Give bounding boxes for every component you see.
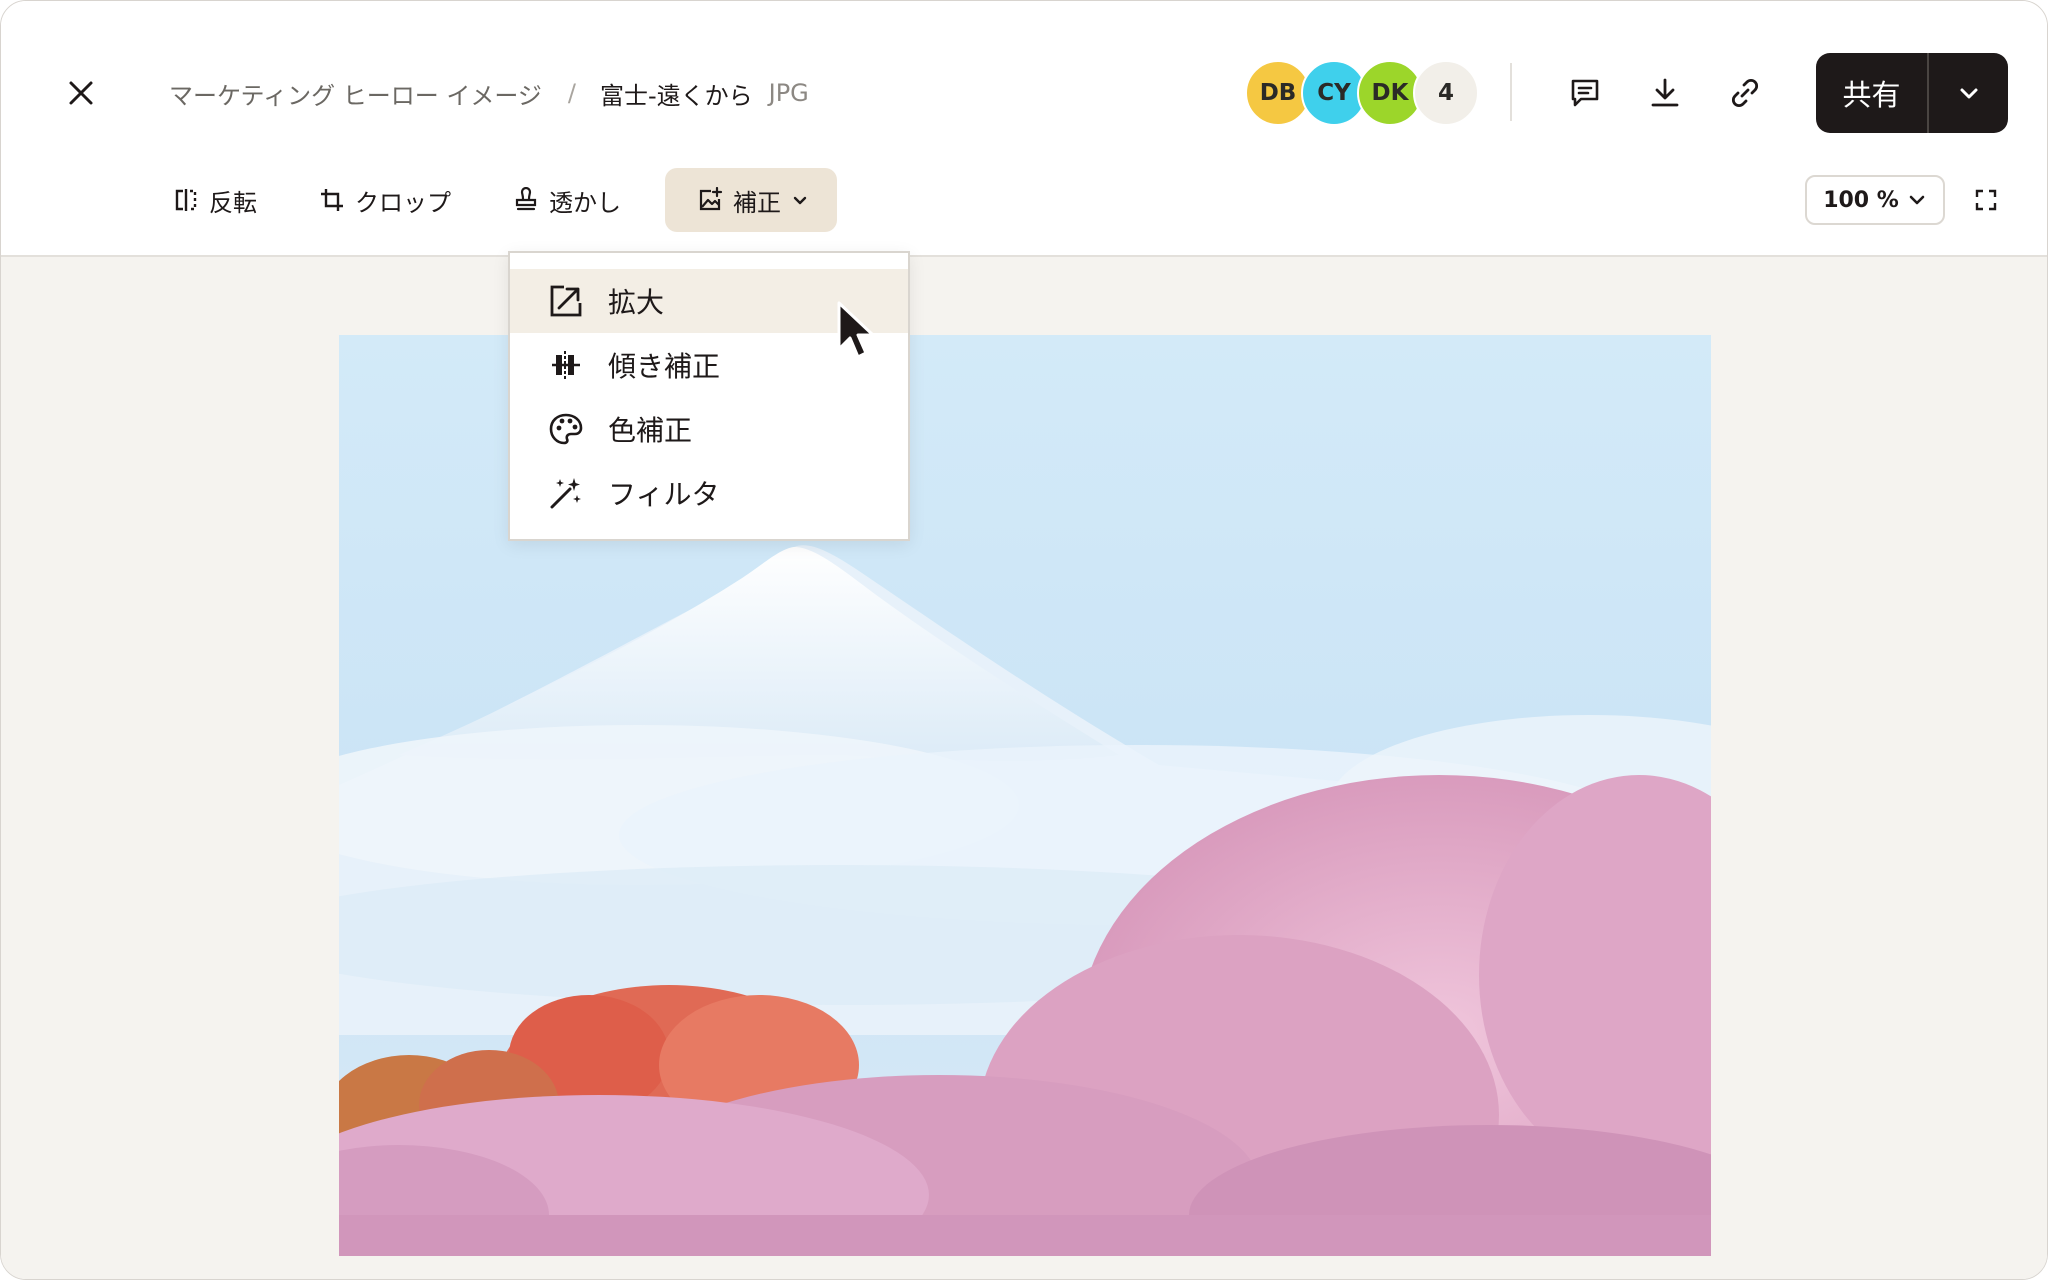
collaborator-avatars[interactable]: DB CY DK 4 [1245,60,1479,126]
fullscreen-icon [1975,189,1997,211]
comment-icon [1571,79,1599,107]
download-button[interactable] [1637,65,1693,121]
menu-item-label: 色補正 [608,414,693,447]
share-button-group: 共有 [1816,53,2008,133]
stamp-icon [515,187,537,211]
chevron-down-icon [793,196,807,205]
top-bar: マーケティング ヒーロー イメージ / 富士-遠くから JPG DB CY DK… [1,1,2047,257]
share-button[interactable]: 共有 [1816,53,1927,133]
fullscreen-button[interactable] [1958,172,2014,228]
close-button[interactable] [53,65,109,121]
zoom-value: 100 % [1823,187,1899,213]
adjust-label: 補正 [733,188,781,217]
chevron-down-icon [1909,195,1925,205]
download-icon [1651,78,1679,107]
palette-icon [549,413,583,445]
header-divider [1510,63,1512,121]
collaborator-count[interactable]: 4 [1413,60,1479,126]
link-icon [1731,78,1759,108]
adjust-image-icon [699,187,723,211]
flip-icon [175,189,197,211]
comment-button[interactable] [1557,65,1613,121]
watermark-button[interactable]: 透かし [489,168,645,232]
menu-item-label: 傾き補正 [608,350,721,383]
file-type: JPG [768,79,809,107]
mouse-pointer-icon [837,301,875,359]
close-icon [69,81,93,105]
menu-item-color-correction[interactable]: 色補正 [510,397,908,461]
expand-icon [550,285,582,317]
breadcrumb-separator: / [567,79,576,107]
adjust-dropdown-menu: 拡大 傾き補正 色補正 フィルタ [508,251,910,541]
adjust-button[interactable]: 補正 [665,168,837,232]
crop-icon [321,189,343,211]
flip-label: 反転 [209,188,257,217]
app-window: マーケティング ヒーロー イメージ / 富士-遠くから JPG DB CY DK… [0,0,2048,1280]
crop-button[interactable]: クロップ [295,168,475,232]
straighten-icon [552,351,580,379]
edit-toolbar: 反転 クロップ 透かし 補正 [149,168,851,232]
menu-item-filter[interactable]: フィルタ [510,461,908,525]
chevron-down-icon [1960,88,1977,99]
copy-link-button[interactable] [1717,65,1773,121]
breadcrumb: マーケティング ヒーロー イメージ / 富士-遠くから JPG [169,73,809,113]
menu-item-label: フィルタ [608,478,720,511]
breadcrumb-parent-link[interactable]: マーケティング ヒーロー イメージ [169,76,542,111]
magic-wand-icon [550,478,581,509]
flip-button[interactable]: 反転 [149,168,281,232]
share-options-button[interactable] [1929,53,2008,133]
watermark-label: 透かし [549,188,621,217]
file-name: 富士-遠くから [599,81,753,110]
crop-label: クロップ [355,188,451,217]
menu-item-label: 拡大 [608,286,665,319]
zoom-select[interactable]: 100 % [1805,175,1945,225]
